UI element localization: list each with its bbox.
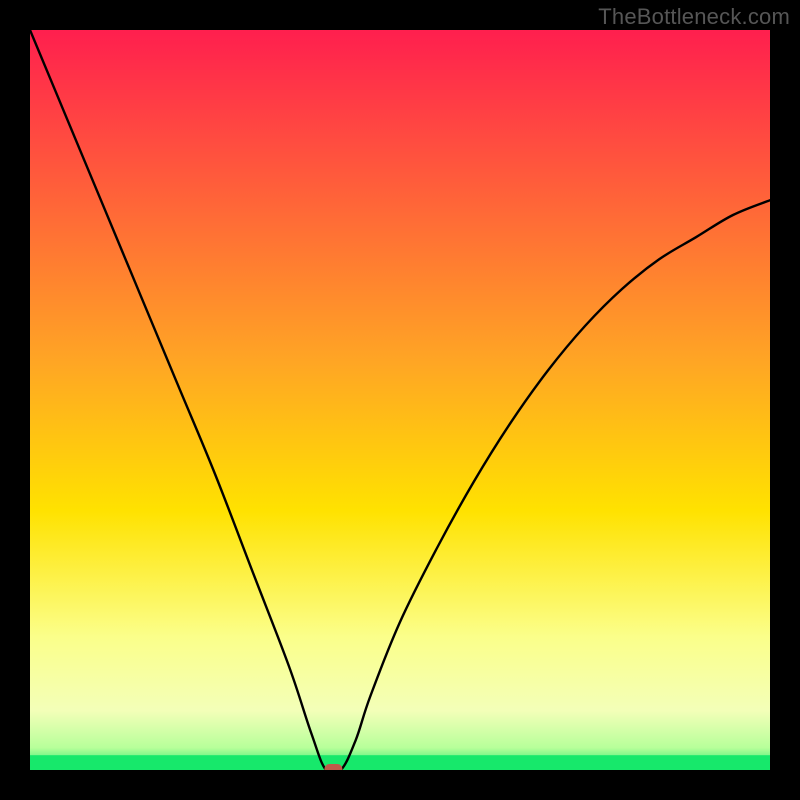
gradient-background — [30, 30, 770, 770]
marker-dot — [324, 764, 342, 770]
chart-plot-area — [30, 30, 770, 770]
chart-svg — [30, 30, 770, 770]
chart-frame: TheBottleneck.com — [0, 0, 800, 800]
watermark-text: TheBottleneck.com — [598, 4, 790, 30]
green-band — [30, 755, 770, 770]
